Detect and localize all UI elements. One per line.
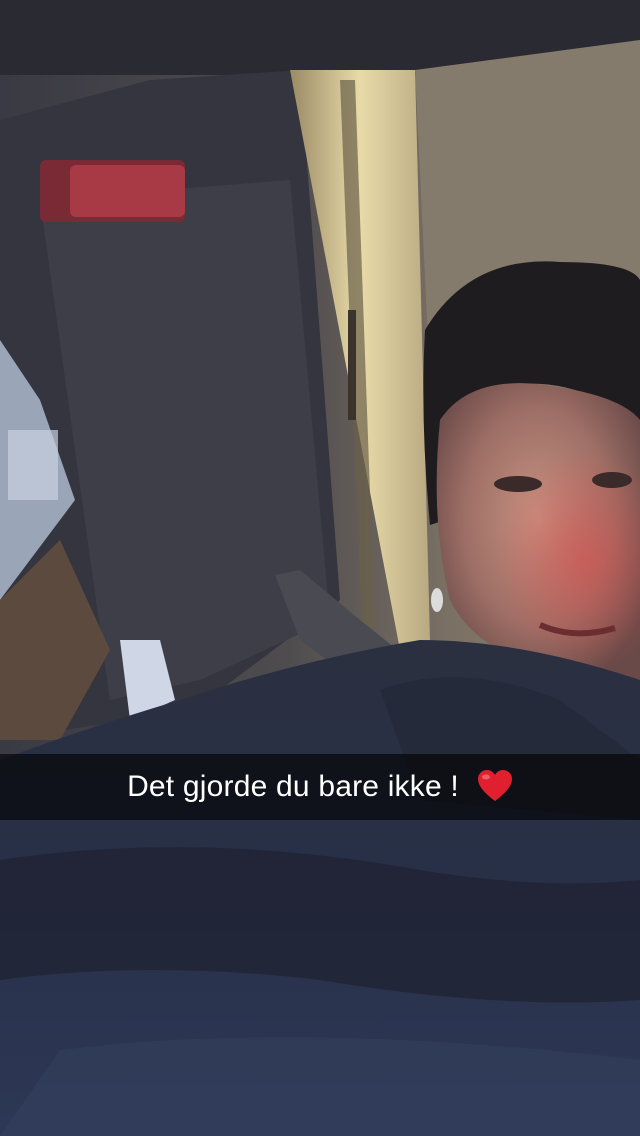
caption-line: Det gjorde du bare ikke ! xyxy=(127,769,513,805)
snap-photo xyxy=(0,0,640,1136)
caption-bar[interactable]: Det gjorde du bare ikke ! xyxy=(0,754,640,820)
snap-view[interactable]: Det gjorde du bare ikke ! xyxy=(0,0,640,1136)
red-heart-icon xyxy=(477,769,513,805)
caption-text: Det gjorde du bare ikke ! xyxy=(127,770,459,803)
